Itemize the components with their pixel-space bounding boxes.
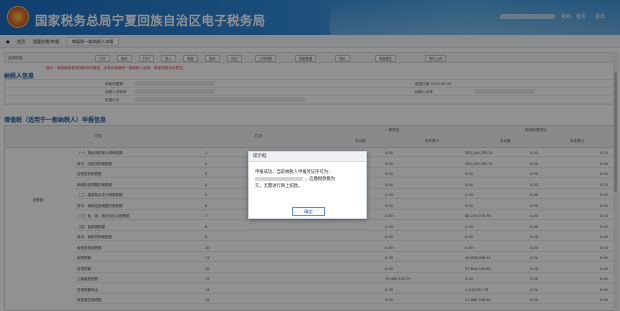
dialog-line1: 申报成功，当前纳税人申报凭证序号为：: [255, 170, 333, 175]
redacted-serial: [255, 176, 303, 181]
prompt-dialog: 提示框 申报成功，当前纳税人申报凭证序号为： ，应缴税款额为 元，无需进行网上扣…: [248, 151, 367, 219]
dialog-line3: 元，无需进行网上扣款。: [255, 184, 303, 190]
ok-button[interactable]: 确定: [292, 207, 325, 216]
dialog-title: 提示框: [249, 152, 366, 162]
dialog-message: 申报成功，当前纳税人申报凭证序号为： ，应缴税款额为 元，无需进行网上扣款。: [255, 169, 365, 191]
dialog-line2: ，应缴税款额为: [305, 177, 336, 183]
